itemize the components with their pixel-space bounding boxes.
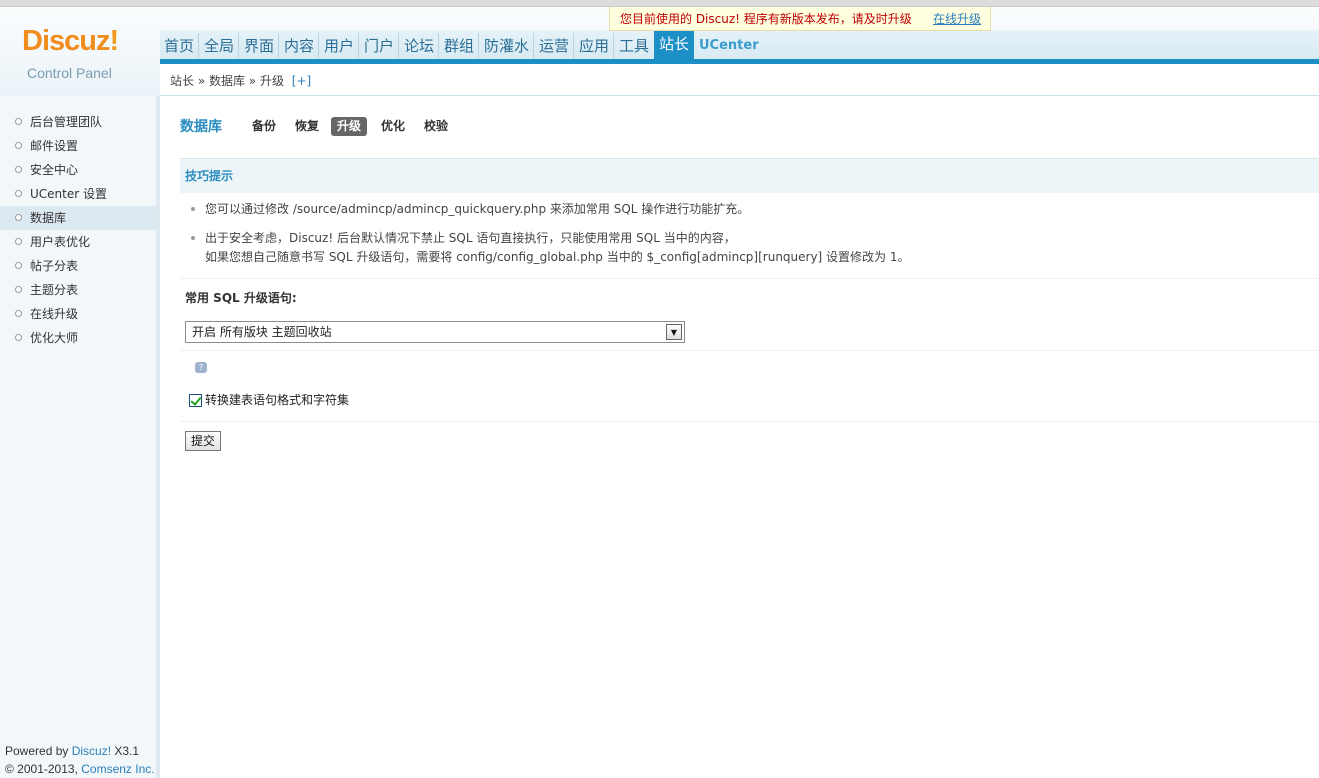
sql-statement-label: 常用 SQL 升级语句: xyxy=(185,291,297,305)
bullet-icon xyxy=(15,334,22,341)
main-content: 数据库 备份 恢复 升级 优化 校验 技巧提示 您可以通过修改 /source/… xyxy=(160,96,1319,778)
upgrade-notice-text: 您目前使用的 Discuz! 程序有新版本发布，请及时升级 xyxy=(620,12,912,26)
tab-upgrade[interactable]: 升级 xyxy=(331,117,368,136)
discuz-link[interactable]: Discuz! xyxy=(72,744,111,758)
bullet-icon xyxy=(15,310,22,317)
sidebar-item-ucenter-settings[interactable]: UCenter 设置 xyxy=(0,182,156,206)
nav-item-apps[interactable]: 应用 xyxy=(579,33,615,59)
nav-item-portal[interactable]: 门户 xyxy=(364,33,400,59)
bullet-icon xyxy=(15,166,22,173)
sidebar-item-security-center[interactable]: 安全中心 xyxy=(0,158,156,182)
convert-schema-checkbox[interactable] xyxy=(189,394,202,407)
submit-button[interactable]: 提交 xyxy=(185,431,221,451)
sidebar-footer: Powered by Discuz! X3.1 © 2001-2013, Com… xyxy=(5,742,155,778)
nav-item-global[interactable]: 全局 xyxy=(204,33,240,59)
sidebar-item-post-split[interactable]: 帖子分表 xyxy=(0,254,156,278)
tip-line-2b: 如果您想自己随意书写 SQL 升级语句，需要将 config/config_gl… xyxy=(205,250,910,264)
bullet-icon xyxy=(15,238,22,245)
divider xyxy=(180,421,1319,422)
bullet-icon xyxy=(15,214,22,221)
comsenz-link[interactable]: Comsenz Inc. xyxy=(81,762,154,776)
nav-item-interface[interactable]: 界面 xyxy=(244,33,280,59)
nav-item-groups[interactable]: 群组 xyxy=(444,33,480,59)
breadcrumb-path: 站长 » 数据库 » 升级 xyxy=(170,74,284,88)
help-icon[interactable]: ? xyxy=(195,362,207,373)
bullet-icon xyxy=(15,262,22,269)
breadcrumb-expand-toggle[interactable]: [+] xyxy=(292,74,311,88)
tab-optimize[interactable]: 优化 xyxy=(381,117,405,136)
chevron-down-icon[interactable]: ▼ xyxy=(666,324,682,340)
bullet-icon xyxy=(15,142,22,149)
copyright: © 2001-2013, Comsenz Inc. xyxy=(5,762,155,776)
logo-text: Discuz! xyxy=(22,25,119,57)
sidebar-item-user-table-optimize[interactable]: 用户表优化 xyxy=(0,230,156,254)
tip-line-1: 您可以通过修改 /source/admincp/admincp_quickque… xyxy=(205,202,750,216)
section-title: 数据库 xyxy=(180,119,222,135)
nav-item-operations[interactable]: 运营 xyxy=(539,33,575,59)
nav-item-home[interactable]: 首页 xyxy=(164,33,200,59)
sidebar-item-admin-team[interactable]: 后台管理团队 xyxy=(0,110,156,134)
tab-backup[interactable]: 备份 xyxy=(252,117,276,136)
bullet-icon xyxy=(15,190,22,197)
logo[interactable]: Discuz! Control Panel xyxy=(0,7,158,96)
sidebar-item-thread-split[interactable]: 主题分表 xyxy=(0,278,156,302)
top-strip xyxy=(0,0,1319,7)
sql-statement-select[interactable]: 开启 所有版块 主题回收站 ▼ xyxy=(185,321,685,343)
convert-schema-checkbox-row[interactable]: 转换建表语句格式和字符集 xyxy=(189,392,349,408)
upgrade-online-link[interactable]: 在线升级 xyxy=(933,7,981,31)
logo-subtitle: Control Panel xyxy=(27,65,112,81)
breadcrumb: 站长 » 数据库 » 升级 [+] xyxy=(160,64,1319,96)
bullet-icon xyxy=(191,236,195,240)
tab-check[interactable]: 校验 xyxy=(424,117,448,136)
bullet-icon xyxy=(15,286,22,293)
sidebar-item-mail-settings[interactable]: 邮件设置 xyxy=(0,134,156,158)
tip-line-2a: 出于安全考虑，Discuz! 后台默认情况下禁止 SQL 语句直接执行，只能使用… xyxy=(205,231,736,245)
sidebar-item-online-upgrade[interactable]: 在线升级 xyxy=(0,302,156,326)
nav-item-ucenter[interactable]: UCenter xyxy=(699,33,759,59)
tips-header: 技巧提示 xyxy=(180,158,1319,193)
bullet-icon xyxy=(15,118,22,125)
nav-item-tools[interactable]: 工具 xyxy=(619,33,649,59)
nav-item-content[interactable]: 内容 xyxy=(284,33,320,59)
sidebar: 后台管理团队 邮件设置 安全中心 UCenter 设置 数据库 用户表优化 帖子… xyxy=(0,96,160,778)
nav-item-webmaster[interactable]: 站长 xyxy=(654,30,695,59)
nav-item-forum[interactable]: 论坛 xyxy=(404,33,440,59)
sidebar-item-database[interactable]: 数据库 xyxy=(0,206,156,230)
sidebar-item-optimizer[interactable]: 优化大师 xyxy=(0,326,156,350)
convert-schema-label: 转换建表语句格式和字符集 xyxy=(205,393,350,407)
divider xyxy=(180,350,1319,351)
nav-item-users[interactable]: 用户 xyxy=(324,33,360,59)
tab-restore[interactable]: 恢复 xyxy=(295,117,319,136)
divider xyxy=(180,278,1319,279)
powered-by: Powered by Discuz! X3.1 xyxy=(5,744,140,758)
upgrade-notice: 您目前使用的 Discuz! 程序有新版本发布，请及时升级 在线升级 xyxy=(609,7,991,31)
sql-statement-selected-value: 开启 所有版块 主题回收站 xyxy=(192,325,332,339)
top-nav: 首页 全局 界面 内容 用户 门户 论坛 群组 防灌水 运营 应用 工具 站长 … xyxy=(160,30,1319,59)
nav-item-antispam[interactable]: 防灌水 xyxy=(484,33,535,59)
bullet-icon xyxy=(191,207,195,211)
